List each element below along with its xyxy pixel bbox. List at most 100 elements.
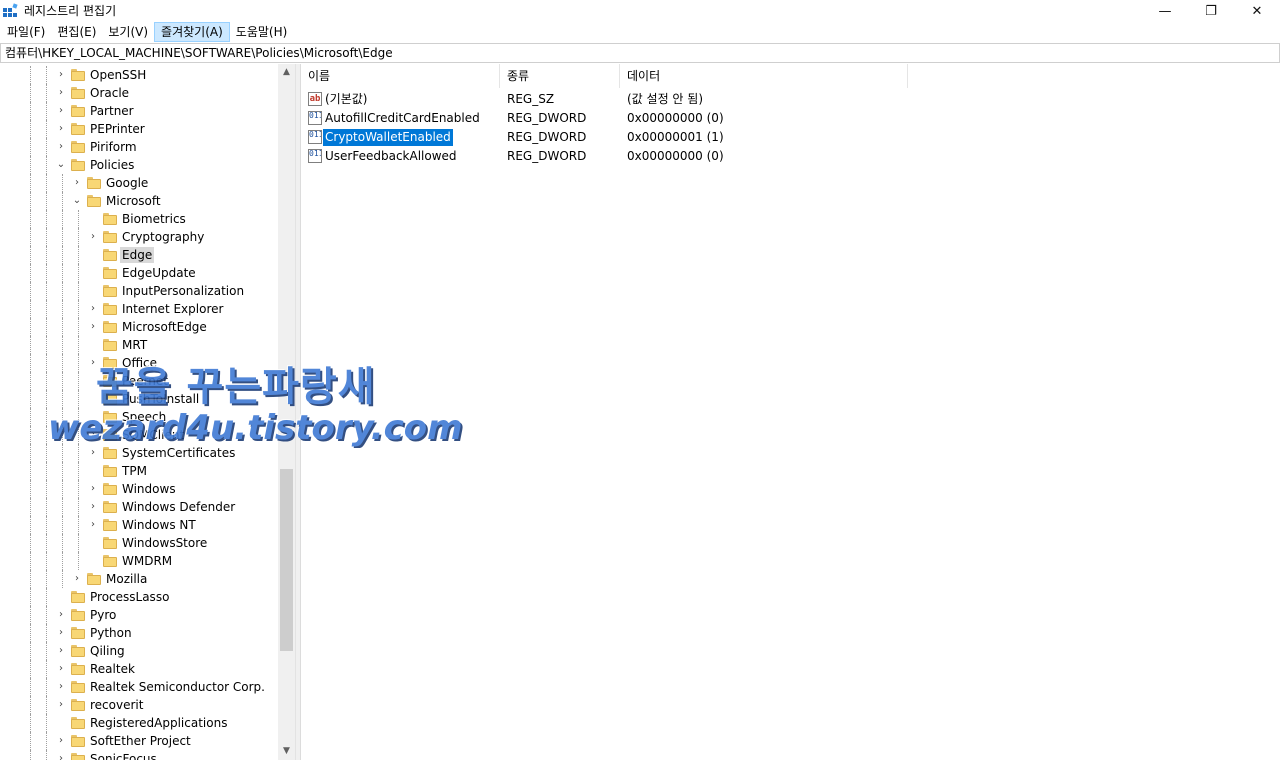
expand-chevron-icon[interactable]: › [56, 141, 66, 153]
tree-item[interactable]: › PEPrinter [0, 120, 278, 138]
tree-item-label: Cryptography [122, 230, 205, 244]
tree-item[interactable]: › Python [0, 624, 278, 642]
menu-edit[interactable]: 편집(E) [51, 22, 102, 42]
expand-chevron-icon[interactable]: › [88, 321, 98, 333]
tree-item[interactable]: › SoftEther Project [0, 732, 278, 750]
tree-item[interactable]: Biometrics [0, 210, 278, 228]
expand-chevron-icon[interactable]: › [88, 231, 98, 243]
menu-help[interactable]: 도움말(H) [230, 22, 294, 42]
tree-item[interactable]: › OpenSSH [0, 66, 278, 84]
tree-item[interactable]: › Piriform [0, 138, 278, 156]
maximize-button[interactable]: ❐ [1188, 0, 1234, 22]
tree-item[interactable]: › recoverit [0, 696, 278, 714]
column-header-type[interactable]: 종류 [500, 64, 620, 88]
tree-guide-line [78, 246, 79, 264]
tree-item[interactable]: › Pyro [0, 606, 278, 624]
close-button[interactable]: ✕ [1234, 0, 1280, 22]
tree-guide-line [30, 426, 31, 444]
expand-chevron-icon[interactable]: › [56, 105, 66, 117]
tree-guide-line [30, 660, 31, 678]
expand-chevron-icon[interactable]: › [56, 735, 66, 747]
expand-chevron-icon[interactable]: › [56, 753, 66, 760]
tree-item[interactable]: InputPersonalization [0, 282, 278, 300]
tree-guide-line [46, 516, 47, 534]
tree-guide-line [30, 534, 31, 552]
tree-item[interactable]: Edge [0, 246, 278, 264]
tree-item[interactable]: › Realtek [0, 660, 278, 678]
tree-item[interactable]: › Windows [0, 480, 278, 498]
expand-chevron-icon[interactable]: › [56, 87, 66, 99]
expand-chevron-icon[interactable]: › [56, 609, 66, 621]
tree-item[interactable]: EdgeUpdate [0, 264, 278, 282]
expand-chevron-icon[interactable]: › [88, 501, 98, 513]
tree-item[interactable]: › Windows Defender [0, 498, 278, 516]
tree-guide-line [30, 732, 31, 750]
tree-item[interactable]: › Internet Explorer [0, 300, 278, 318]
tree-item-label: Realtek [90, 662, 135, 676]
value-name: UserFeedbackAllowed [325, 149, 457, 163]
tree-item[interactable]: › Mozilla [0, 570, 278, 588]
tree-item[interactable]: RegisteredApplications [0, 714, 278, 732]
expand-chevron-icon[interactable]: › [56, 627, 66, 639]
scroll-down-arrow-icon[interactable]: ▼ [278, 743, 295, 760]
expand-chevron-icon[interactable]: › [88, 483, 98, 495]
tree-guide-line [46, 174, 47, 192]
menu-view[interactable]: 보기(V) [102, 22, 154, 42]
menu-favorites[interactable]: 즐겨찾기(A) [154, 22, 230, 42]
menu-file[interactable]: 파일(F) [1, 22, 51, 42]
tree-item[interactable]: › Partner [0, 102, 278, 120]
address-bar[interactable]: 컴퓨터\HKEY_LOCAL_MACHINE\SOFTWARE\Policies… [0, 43, 1280, 63]
tree-item[interactable]: › Oracle [0, 84, 278, 102]
tree-guide-line [78, 318, 79, 336]
collapse-chevron-icon[interactable]: ⌄ [56, 159, 66, 171]
folder-icon [71, 645, 85, 657]
value-row[interactable]: 0110CryptoWalletEnabled REG_DWORD 0x000000… [301, 128, 1280, 147]
tree-item[interactable]: ⌄ Policies [0, 156, 278, 174]
tree-item[interactable]: MRT [0, 336, 278, 354]
value-row[interactable]: 0110AutofillCreditCardEnabled REG_DWORD 0x… [301, 109, 1280, 128]
expand-chevron-icon[interactable]: › [56, 69, 66, 81]
tree-guide-line [30, 300, 31, 318]
tree-item[interactable]: › Windows NT [0, 516, 278, 534]
tree-item[interactable]: WindowsStore [0, 534, 278, 552]
tree-item[interactable]: › Cryptography [0, 228, 278, 246]
expand-chevron-icon[interactable]: › [88, 519, 98, 531]
folder-icon [103, 339, 117, 351]
tree-guide-line [46, 570, 47, 588]
expand-chevron-icon[interactable]: › [56, 123, 66, 135]
tree-item[interactable]: › Qiling [0, 642, 278, 660]
folder-icon [71, 609, 85, 621]
expand-chevron-icon[interactable]: › [72, 573, 82, 585]
tree-item[interactable]: ProcessLasso [0, 588, 278, 606]
tree-item-label: Windows NT [122, 518, 196, 532]
tree-item[interactable]: › Realtek Semiconductor Corp. [0, 678, 278, 696]
value-row[interactable]: 0110UserFeedbackAllowed REG_DWORD 0x000000… [301, 147, 1280, 166]
collapse-chevron-icon[interactable]: ⌄ [72, 195, 82, 207]
tree-guide-line [46, 228, 47, 246]
address-path: 컴퓨터\HKEY_LOCAL_MACHINE\SOFTWARE\Policies… [5, 46, 393, 60]
tree-item[interactable]: WMDRM [0, 552, 278, 570]
tree-guide-line [62, 462, 63, 480]
column-header-data[interactable]: 데이터 [620, 64, 908, 88]
value-row[interactable]: ab (기본값) REG_SZ (값 설정 안 됨) [301, 90, 1280, 109]
minimize-button[interactable]: — [1142, 0, 1188, 22]
expand-chevron-icon[interactable]: › [56, 699, 66, 711]
scroll-up-arrow-icon[interactable]: ▲ [278, 64, 295, 81]
expand-chevron-icon[interactable]: › [56, 663, 66, 675]
tree-item[interactable]: › Google [0, 174, 278, 192]
tree-guide-line [30, 282, 31, 300]
expand-chevron-icon[interactable]: › [56, 681, 66, 693]
expand-chevron-icon[interactable]: › [72, 177, 82, 189]
expand-chevron-icon[interactable]: › [88, 303, 98, 315]
tree-guide-line [46, 372, 47, 390]
string-value-icon: ab [308, 92, 322, 106]
tree-item[interactable]: › SonicFocus [0, 750, 278, 760]
tree-item[interactable]: TPM [0, 462, 278, 480]
expand-chevron-icon[interactable]: › [88, 447, 98, 459]
tree-guide-line [62, 372, 63, 390]
tree-item[interactable]: ⌄ Microsoft [0, 192, 278, 210]
scrollbar-thumb[interactable] [280, 469, 293, 651]
tree-item[interactable]: › MicrosoftEdge [0, 318, 278, 336]
expand-chevron-icon[interactable]: › [56, 645, 66, 657]
column-header-name[interactable]: 이름 [301, 64, 500, 88]
